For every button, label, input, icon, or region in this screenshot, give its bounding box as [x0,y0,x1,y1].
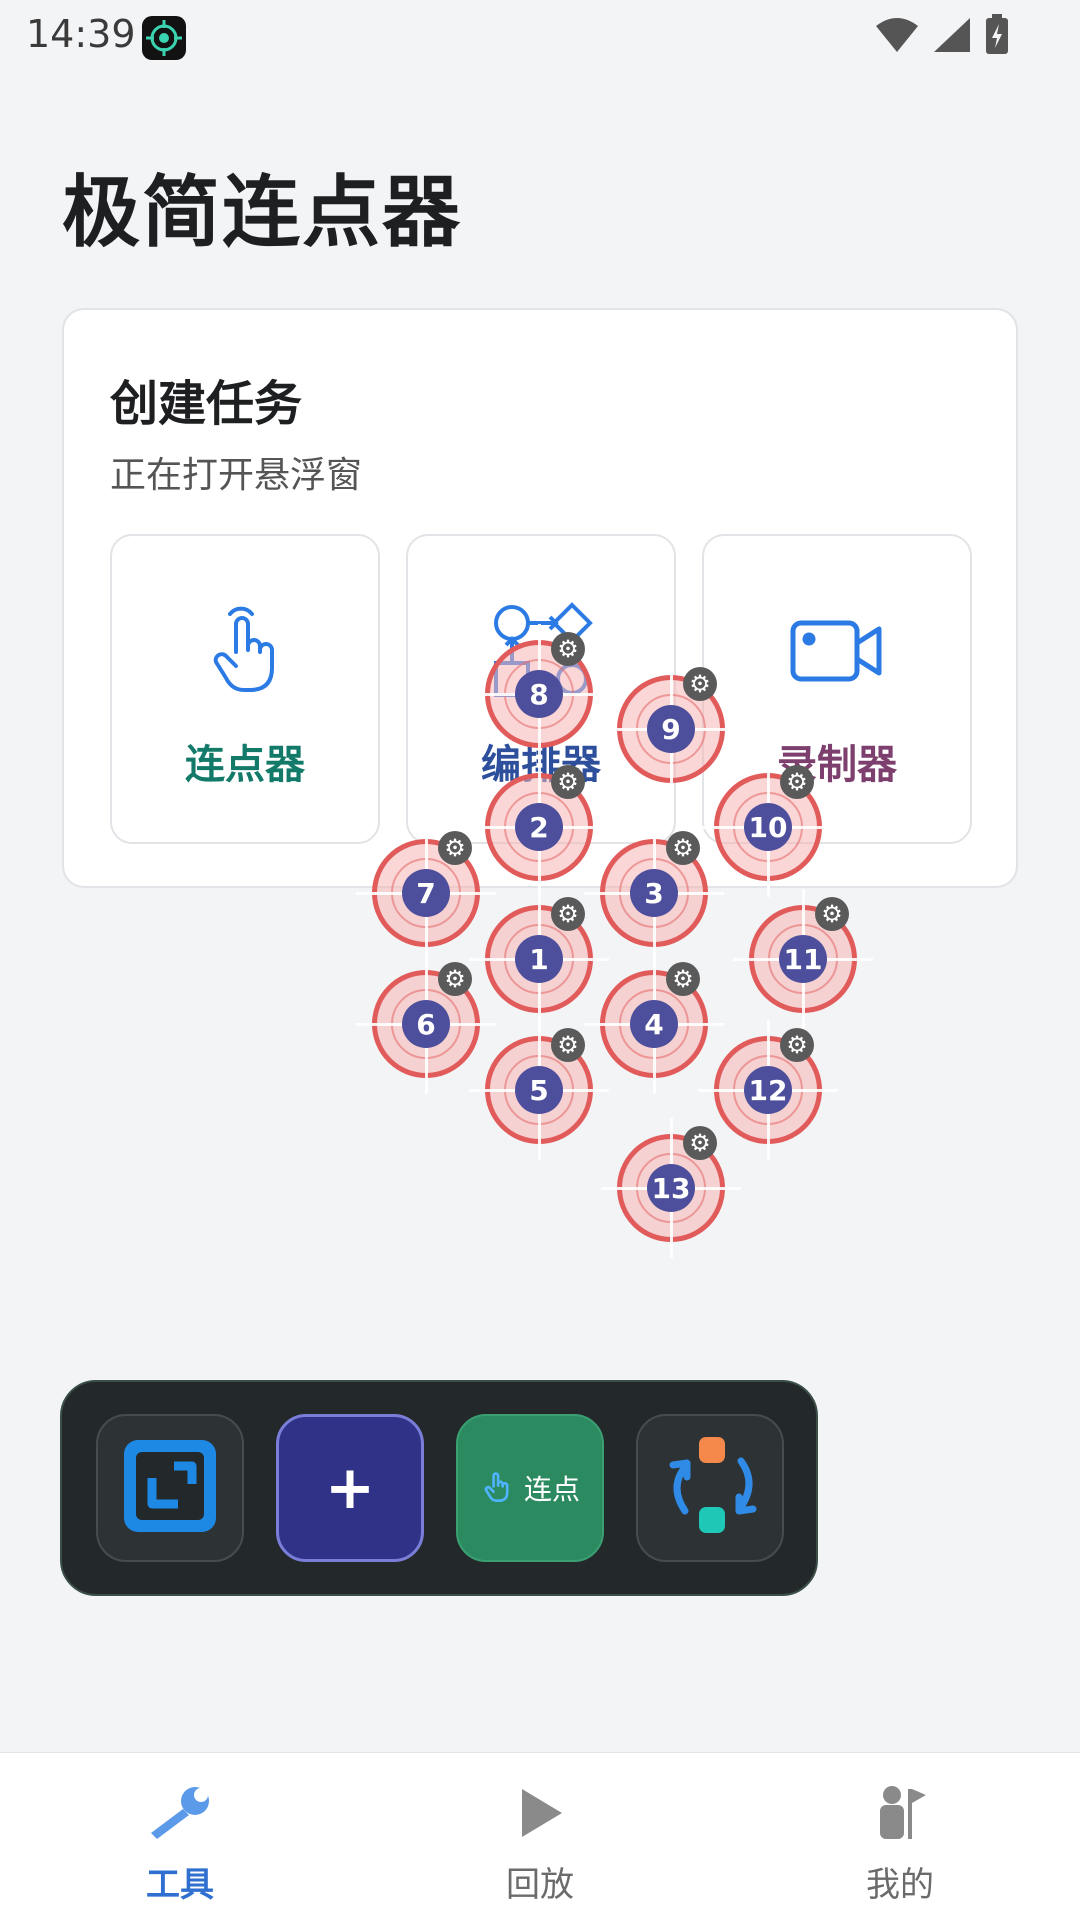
click-marker-7[interactable]: 7 ⚙ [356,823,496,963]
battery-charging-icon [984,14,1010,60]
click-marker-5[interactable]: 5 ⚙ [469,1020,609,1160]
marker-number: 6 [402,1000,450,1048]
video-camera-icon [704,596,970,706]
tap-hand-icon [480,1469,514,1507]
nav-playback[interactable]: 回放 [360,1753,720,1921]
gear-icon[interactable]: ⚙ [780,1028,814,1062]
gear-icon[interactable]: ⚙ [666,962,700,996]
plus-label: + [324,1453,376,1523]
gear-icon[interactable]: ⚙ [438,962,472,996]
card-subtitle: 正在打开悬浮窗 [110,455,363,496]
click-marker-1[interactable]: 1 ⚙ [469,889,609,1029]
start-click-button[interactable]: 连点 [456,1414,604,1562]
click-marker-4[interactable]: 4 ⚙ [584,954,724,1094]
gear-icon[interactable]: ⚙ [666,831,700,865]
clicker-tile-label: 连点器 [185,742,305,788]
gear-icon[interactable]: ⚙ [683,1126,717,1160]
click-marker-2[interactable]: 2 ⚙ [469,757,609,897]
marker-number: 1 [515,935,563,983]
resize-button[interactable] [96,1414,244,1562]
sync-arrows-icon [655,1431,765,1545]
nav-tools-label: 工具 [146,1865,214,1905]
gear-icon[interactable]: ⚙ [438,831,472,865]
floating-toolbar[interactable]: + 连点 [60,1380,818,1596]
marker-number: 8 [515,670,563,718]
page-title: 极简连点器 [62,168,463,258]
marker-number: 4 [630,1000,678,1048]
gear-icon[interactable]: ⚙ [815,897,849,931]
clicker-tile[interactable]: 连点器 [110,534,380,844]
click-marker-6[interactable]: 6 ⚙ [356,954,496,1094]
wifi-icon [874,16,920,58]
nav-mine[interactable]: 我的 [720,1753,1080,1921]
gear-icon[interactable]: ⚙ [683,667,717,701]
marker-number: 5 [515,1066,563,1114]
nav-playback-label: 回放 [506,1865,574,1905]
card-title: 创建任务 [110,376,303,432]
add-point-button[interactable]: + [276,1414,424,1562]
wrench-icon [0,1783,360,1847]
click-label: 连点 [523,1473,580,1506]
gear-icon[interactable]: ⚙ [551,897,585,931]
click-marker-8[interactable]: 8 ⚙ [469,624,609,764]
click-marker-10[interactable]: 10 ⚙ [698,757,838,897]
marker-number: 7 [402,869,450,917]
sync-button[interactable] [636,1414,784,1562]
marker-number: 11 [779,935,827,983]
user-flag-icon [720,1783,1080,1847]
marker-number: 9 [647,705,695,753]
status-time: 14:39 [26,12,136,56]
gear-icon[interactable]: ⚙ [551,632,585,666]
marker-number: 3 [630,869,678,917]
click-marker-3[interactable]: 3 ⚙ [584,823,724,963]
marker-number: 12 [744,1066,792,1114]
gear-icon[interactable]: ⚙ [780,765,814,799]
click-marker-11[interactable]: 11 ⚙ [733,889,873,1029]
bottom-nav: 工具 回放 我的 [0,1752,1080,1921]
marker-number: 13 [647,1164,695,1212]
gear-icon[interactable]: ⚙ [551,765,585,799]
cell-signal-icon [932,16,972,58]
expand-icon [120,1436,220,1540]
gear-icon[interactable]: ⚙ [551,1028,585,1062]
status-bar: 14:39 [0,0,1080,70]
click-marker-13[interactable]: 13 ⚙ [601,1118,741,1258]
tap-hand-icon [112,596,378,706]
nav-tools[interactable]: 工具 [0,1753,360,1921]
marker-number: 10 [744,803,792,851]
marker-number: 2 [515,803,563,851]
crosshair-app-icon [142,16,186,60]
play-icon [360,1783,720,1847]
nav-mine-label: 我的 [866,1865,934,1905]
